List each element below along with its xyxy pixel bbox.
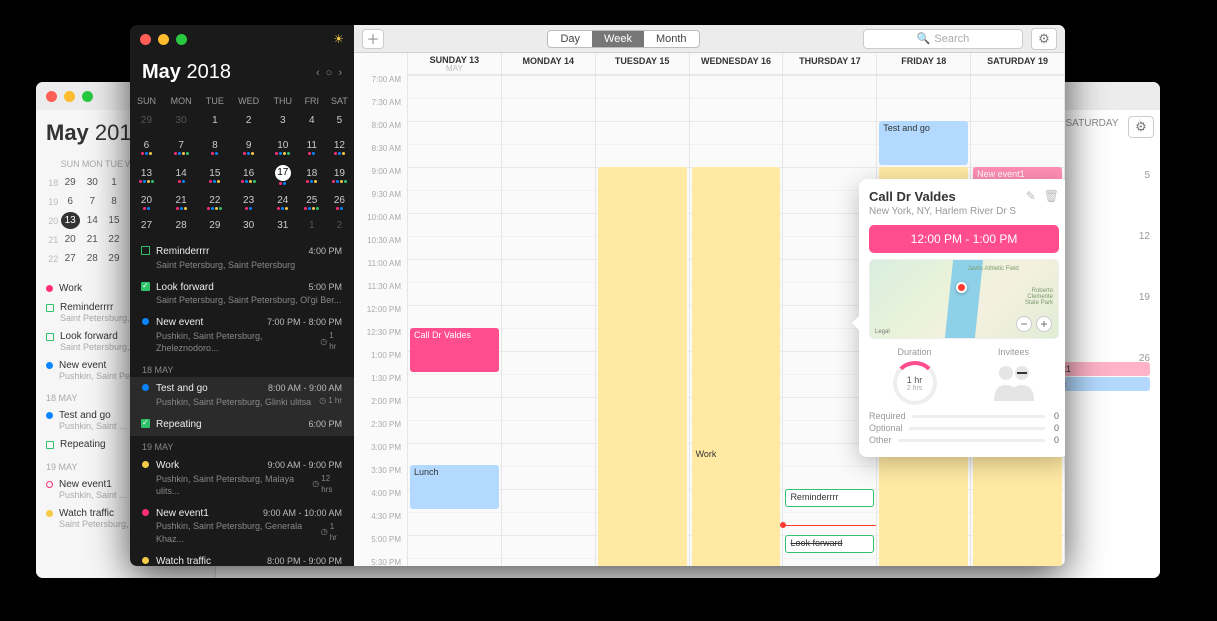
zoom-out-icon[interactable]: − <box>1016 316 1032 332</box>
agenda-item[interactable]: Look forward5:00 PMSaint Petersburg, Sai… <box>130 276 354 312</box>
day-column[interactable]: WEDNESDAY 16Work <box>690 53 784 566</box>
search-icon: 🔍 <box>917 32 931 45</box>
minimize-icon[interactable] <box>158 34 169 45</box>
delete-icon[interactable]: 🗑 <box>1044 189 1059 203</box>
invitee-stats: Required0Optional0Other0 <box>869 411 1059 445</box>
event-block[interactable]: Call Dr Valdes <box>410 328 499 372</box>
close-icon[interactable] <box>46 91 57 102</box>
invitees-block: Invitees <box>968 347 1059 405</box>
event-location: New York, NY, Harlem River Dr S <box>869 206 1016 217</box>
duration-block: Duration 1 hr 2 hrs <box>869 347 960 405</box>
duration-dial[interactable]: 1 hr 2 hrs <box>893 361 937 405</box>
invitees-label: Invitees <box>968 347 1059 357</box>
day-column[interactable]: TUESDAY 15 <box>596 53 690 566</box>
agenda-item[interactable]: Work9:00 AM - 9:00 PMPushkin, Saint Pete… <box>130 454 354 502</box>
minimize-icon[interactable] <box>64 91 75 102</box>
day-number[interactable]: 19 <box>1139 292 1150 303</box>
event-time[interactable]: 12:00 PM - 1:00 PM <box>869 225 1059 253</box>
event-popover: Call Dr Valdes New York, NY, Harlem Rive… <box>859 179 1065 457</box>
month-title: May 2018 <box>142 61 231 84</box>
edit-icon[interactable]: ✎ <box>1026 189 1036 203</box>
event-block[interactable]: Work <box>692 167 781 566</box>
mini-calendar[interactable]: SUNMONTUEWEDTHUFRISAT2930123456789101112… <box>130 92 354 240</box>
zoom-in-icon[interactable]: + <box>1036 316 1052 332</box>
seg-week[interactable]: Week <box>592 31 644 47</box>
agenda-list: Reminderrrr4:00 PMSaint Petersburg, Sain… <box>130 240 354 566</box>
theme-toggle-icon[interactable]: ☀ <box>333 32 344 46</box>
map-legal[interactable]: Legal <box>875 329 890 335</box>
agenda-item[interactable]: New event19:00 AM - 10:00 AMPushkin, Sai… <box>130 502 354 550</box>
search-input[interactable]: 🔍Search <box>863 29 1023 49</box>
today-icon[interactable]: ○ <box>326 67 333 79</box>
event-block[interactable]: Test and go <box>879 121 968 165</box>
agenda-item[interactable]: New event7:00 PM - 8:00 PMPushkin, Saint… <box>130 311 354 359</box>
event-map[interactable]: Javits Athletic Field Roberto Clemente S… <box>869 259 1059 339</box>
event-title: Call Dr Valdes <box>869 189 1016 204</box>
time-gutter: 7:00 AM7:30 AM8:00 AM8:30 AM9:00 AM9:30 … <box>354 53 408 566</box>
event-block[interactable]: Lunch <box>410 465 499 509</box>
close-icon[interactable] <box>140 34 151 45</box>
day-column[interactable]: SUNDAY 13MAYCall Dr ValdesLunch <box>408 53 502 566</box>
event-block[interactable]: Reminderrrr <box>785 489 874 507</box>
agenda-item[interactable]: Test and go8:00 AM - 9:00 AMPushkin, Sai… <box>130 377 354 413</box>
map-label: Roberto Clemente State Park <box>1013 288 1053 306</box>
day-column[interactable]: MONDAY 14 <box>502 53 596 566</box>
zoom-icon[interactable] <box>176 34 187 45</box>
prev-month-icon[interactable]: ‹ <box>316 67 320 79</box>
next-month-icon[interactable]: › <box>338 67 342 79</box>
map-label: Javits Athletic Field <box>968 266 1019 272</box>
seg-day[interactable]: Day <box>548 31 592 47</box>
event-block[interactable] <box>598 167 687 566</box>
zoom-icon[interactable] <box>82 91 93 102</box>
calendar-main: ＋ Day Week Month 🔍Search ⚙ 7:00 AM7:30 A… <box>354 25 1065 566</box>
event-block[interactable]: Look forward <box>785 535 874 553</box>
month-nav: ‹ ○ › <box>316 67 342 79</box>
seg-month[interactable]: Month <box>644 31 699 47</box>
view-segmented[interactable]: Day Week Month <box>547 30 699 48</box>
invitees-icon[interactable] <box>989 361 1039 401</box>
add-button[interactable]: ＋ <box>362 29 384 49</box>
agenda-item[interactable]: Reminderrrr4:00 PMSaint Petersburg, Sain… <box>130 240 354 276</box>
duration-label: Duration <box>869 347 960 357</box>
day-number[interactable]: 5 <box>1144 170 1150 181</box>
main-window: ☀ May 2018 ‹ ○ › SUNMONTUEWEDTHUFRISAT29… <box>130 25 1065 566</box>
toolbar: ＋ Day Week Month 🔍Search ⚙ <box>354 25 1065 53</box>
gear-icon[interactable]: ⚙ <box>1031 28 1057 50</box>
day-number[interactable]: 12 <box>1139 231 1150 242</box>
agenda-item[interactable]: Watch traffic8:00 PM - 9:00 PMSaint Pete… <box>130 550 354 566</box>
agenda-item[interactable]: Repeating6:00 PM <box>130 413 354 437</box>
dark-sidebar: ☀ May 2018 ‹ ○ › SUNMONTUEWEDTHUFRISAT29… <box>130 25 354 566</box>
